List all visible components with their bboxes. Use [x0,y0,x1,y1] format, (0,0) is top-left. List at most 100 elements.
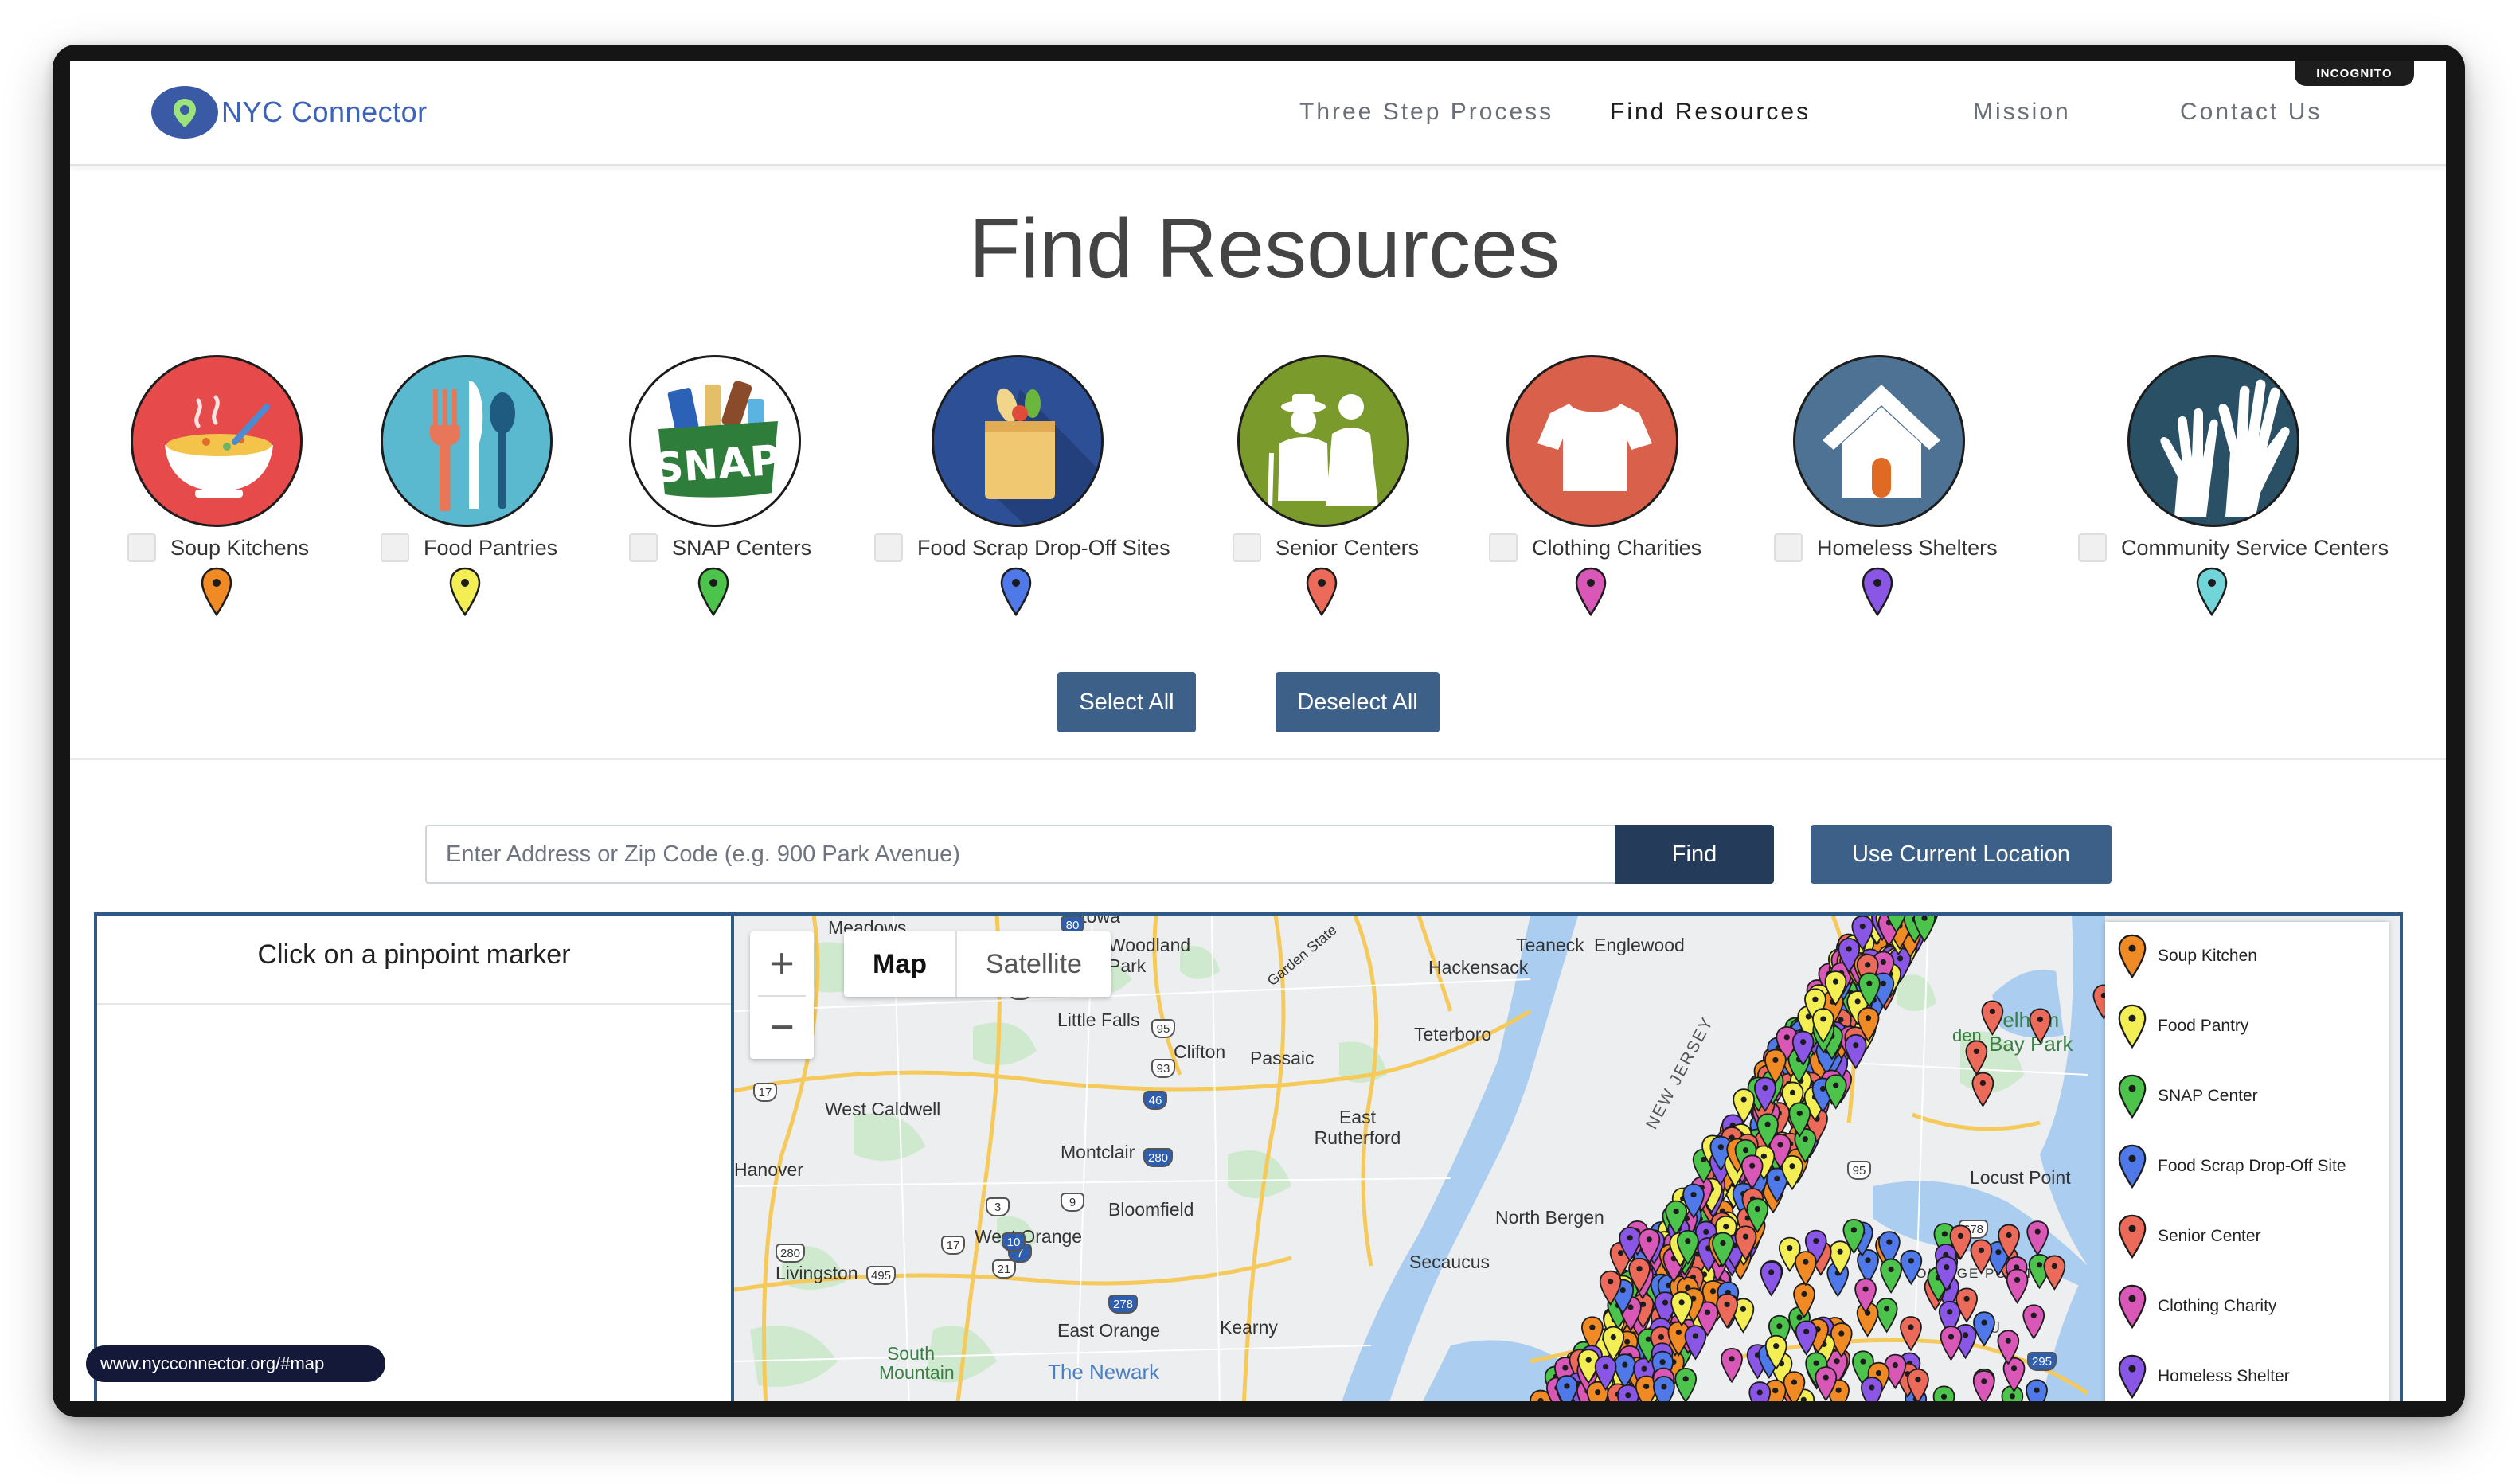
legend-label: Homeless Shelter [2158,1367,2290,1385]
pin-marker-icon [2118,1004,2147,1049]
info-panel-title: Click on a pinpoint marker [257,939,571,970]
nav-three-step-process[interactable]: Three Step Process [1299,99,1553,126]
checkbox[interactable] [1489,533,1518,562]
site-navbar: NYC Connector Three Step Process Find Re… [70,61,2446,166]
category-soup-kitchens[interactable]: Soup Kitchens [127,533,309,562]
pin-marker-icon [449,567,481,616]
snap-bag-icon[interactable]: SNAP [629,355,801,527]
category-label: Soup Kitchens [170,535,310,560]
resource-pin-icon[interactable] [2002,1357,2026,1393]
resource-pin-icon[interactable] [2043,1255,2066,1291]
map-type-satellite-button[interactable]: Satellite [957,931,1111,997]
category-label: Food Scrap Drop-Off Sites [917,535,1170,560]
category-label: Food Pantries [424,535,558,560]
resource-pin-icon[interactable] [1970,1239,1993,1275]
category-label: Senior Centers [1276,535,1420,560]
resource-map[interactable]: Meadows Totowa Woodland Park Garden Stat… [734,916,2400,1401]
category-clothing-charities[interactable]: Clothing Charities [1489,533,1701,562]
legend-item-food-scrap-drop-off-site: Food Scrap Drop-Off Site [2118,1143,2346,1189]
grocery-bag-icon[interactable] [932,355,1104,527]
checkbox[interactable] [127,533,156,562]
resource-pin-icon[interactable] [1972,1370,1995,1401]
seniors-icon[interactable] [1237,355,1409,527]
resource-pin-icon[interactable] [1981,1000,2004,1036]
category-food-scrap-drop-off-sites[interactable]: Food Scrap Drop-Off Sites [874,533,1170,562]
category-label: Homeless Shelters [1817,535,1998,560]
map-legend: Soup Kitchen Food Pantry SNAP Center Foo… [2105,922,2389,1401]
checkbox[interactable] [381,533,409,562]
resource-pin-icon[interactable] [1857,1248,1879,1285]
resource-pin-icon[interactable] [1760,1261,1783,1297]
incognito-badge: INCOGNITO [2295,61,2414,86]
find-button[interactable]: Find [1615,825,1774,884]
category-community-service-centers[interactable]: Community Service Centers [2078,533,2389,562]
category-senior-centers[interactable]: Senior Centers [1233,533,1419,562]
deselect-all-button[interactable]: Deselect All [1276,672,1440,732]
utensils-icon[interactable] [381,355,553,527]
pin-marker-icon [201,567,232,616]
resource-pin-icon[interactable] [1875,1298,1898,1334]
pin-marker-icon [2118,1354,2147,1400]
resource-pin-icon[interactable] [2026,1379,2048,1401]
resource-pin-icon[interactable] [1861,1377,1883,1401]
legend-label: Food Pantry [2158,1017,2249,1035]
resource-pin-icon[interactable] [2006,1268,2029,1304]
zoom-in-button[interactable]: + [750,931,814,995]
pin-marker-icon [2196,567,2228,616]
category-snap-centers[interactable]: SNAP Centers [629,533,811,562]
divider [97,1003,731,1005]
resource-pin-icon[interactable] [2029,1008,2052,1044]
checkbox[interactable] [1774,533,1803,562]
resource-pin-icon[interactable] [1674,1367,1698,1401]
nav-find-resources[interactable]: Find Resources [1610,99,1811,126]
resource-pin-icon[interactable] [1556,1375,1578,1401]
pin-marker-icon [2118,1144,2147,1189]
resource-pin-icon[interactable] [1971,1072,1994,1107]
nav-mission[interactable]: Mission [1973,99,2071,126]
resource-pin-icon[interactable] [1932,1385,1955,1401]
checkbox[interactable] [1233,533,1261,562]
resource-pin-icon[interactable] [1748,1381,1772,1401]
legend-label: Senior Center [2158,1227,2261,1245]
tshirt-icon[interactable] [1506,355,1678,527]
resource-pin-icon[interactable] [1795,1251,1817,1287]
zoom-out-button[interactable]: − [750,995,814,1059]
resource-pin-icon[interactable] [2022,1304,2045,1340]
category-homeless-shelters[interactable]: Homeless Shelters [1774,533,1998,562]
house-icon[interactable] [1793,355,1965,527]
address-search-input[interactable] [425,825,1618,884]
resource-pin-icon[interactable] [1795,1320,1818,1356]
resource-pin-icon[interactable] [1716,1293,1738,1329]
resource-pin-icon[interactable] [1900,1249,1923,1286]
select-all-button[interactable]: Select All [1057,672,1196,732]
resource-pin-icon[interactable] [1844,1033,1867,1070]
legend-item-homeless-shelter: Homeless Shelter [2118,1353,2290,1400]
resource-pin-icon[interactable] [1940,1326,1963,1361]
resource-pin-icon[interactable] [1880,1258,1902,1294]
checkbox[interactable] [874,533,903,562]
checkbox[interactable] [2078,533,2107,562]
category-label: SNAP Centers [672,535,812,560]
raised-hands-icon[interactable] [2127,355,2299,527]
nav-contact-us[interactable]: Contact Us [2180,99,2322,126]
category-food-pantries[interactable]: Food Pantries [381,533,557,562]
resource-pin-icon[interactable] [1973,1311,1995,1347]
browser-viewport: NYC Connector Three Step Process Find Re… [70,61,2446,1401]
use-current-location-button[interactable]: Use Current Location [1811,825,2112,884]
legend-item-clothing-charity: Clothing Charity [2118,1283,2276,1330]
legend-item-senior-center: Senior Center [2118,1213,2261,1259]
category-label: Clothing Charities [1532,535,1702,560]
brand-link[interactable]: NYC Connector [151,86,428,139]
page-title: Find Resources [968,201,1561,295]
resource-pin-icon[interactable] [1965,1040,1988,1076]
resource-pin-icon[interactable] [1900,1316,1922,1352]
pin-marker-icon [2118,1074,2147,1119]
checkbox[interactable] [629,533,658,562]
svg-text:SNAP: SNAP [652,437,782,494]
resource-pin-icon[interactable] [2026,1220,2049,1256]
resource-pin-icon[interactable] [1721,1347,1743,1384]
map-type-map-button[interactable]: Map [844,931,957,997]
map-container: Click on a pinpoint marker Meadows Totow… [94,912,2403,1401]
resource-pin-icon[interactable] [1653,1376,1675,1401]
soup-bowl-icon[interactable] [131,355,303,527]
